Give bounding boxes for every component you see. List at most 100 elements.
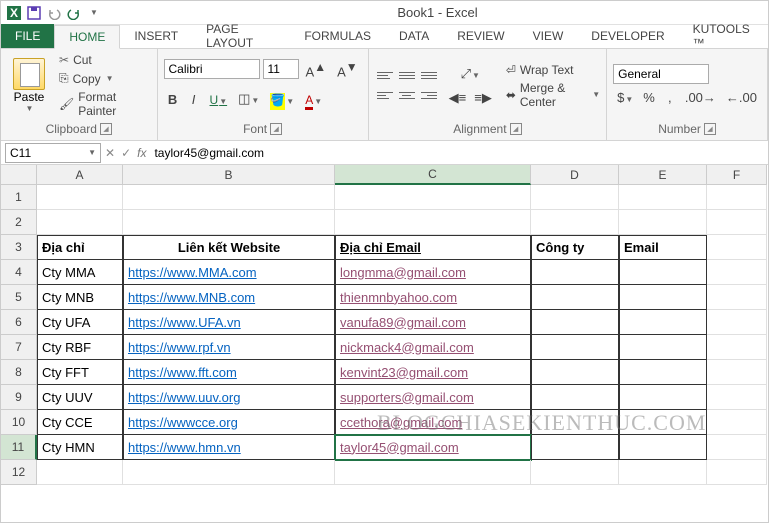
cell[interactable] bbox=[707, 310, 767, 335]
cell[interactable] bbox=[707, 285, 767, 310]
cell[interactable] bbox=[531, 385, 619, 410]
increase-decimal-button[interactable]: .00→ bbox=[681, 88, 720, 107]
cell[interactable]: Cty HMN bbox=[37, 435, 123, 460]
cell[interactable] bbox=[619, 385, 707, 410]
fill-color-button[interactable]: 🪣▼ bbox=[266, 90, 298, 109]
row-header[interactable]: 6 bbox=[1, 310, 37, 335]
cell[interactable]: Cty CCE bbox=[37, 410, 123, 435]
underline-button[interactable]: U▼ bbox=[206, 90, 232, 109]
alignment-launcher-icon[interactable]: ◢ bbox=[510, 123, 522, 135]
cell[interactable] bbox=[707, 460, 767, 485]
cell[interactable] bbox=[619, 360, 707, 385]
format-painter-button[interactable]: 🖌Format Painter bbox=[55, 89, 151, 119]
cell[interactable] bbox=[531, 285, 619, 310]
row-header[interactable]: 9 bbox=[1, 385, 37, 410]
name-box[interactable]: C11▼ bbox=[5, 143, 101, 163]
tab-view[interactable]: VIEW bbox=[519, 24, 578, 48]
cell[interactable] bbox=[619, 435, 707, 460]
increase-indent-button[interactable]: ≡▶ bbox=[470, 88, 496, 108]
cell[interactable]: Cty MMA bbox=[37, 260, 123, 285]
redo-icon[interactable] bbox=[65, 4, 83, 22]
col-header[interactable]: F bbox=[707, 165, 767, 185]
italic-button[interactable]: I bbox=[185, 90, 203, 109]
cell[interactable] bbox=[123, 460, 335, 485]
cancel-formula-button[interactable]: ✕ bbox=[105, 146, 115, 160]
cell[interactable]: Liên kết Website bbox=[123, 235, 335, 260]
formula-input[interactable] bbox=[150, 143, 764, 163]
cell-selected[interactable]: taylor45@gmail.com bbox=[335, 435, 531, 460]
tab-home[interactable]: HOME bbox=[54, 25, 120, 49]
cell[interactable] bbox=[619, 310, 707, 335]
col-header[interactable]: B bbox=[123, 165, 335, 185]
copy-button[interactable]: ⎘Copy▼ bbox=[55, 70, 151, 87]
align-bottom-button[interactable] bbox=[419, 68, 439, 84]
tab-formulas[interactable]: FORMULAS bbox=[290, 24, 385, 48]
merge-center-button[interactable]: ⬌Merge & Center▼ bbox=[506, 81, 600, 109]
cell[interactable] bbox=[707, 235, 767, 260]
cell[interactable]: https://www.MMA.com bbox=[123, 260, 335, 285]
cell[interactable] bbox=[619, 210, 707, 235]
font-size-select[interactable] bbox=[263, 59, 299, 79]
cell[interactable]: Địa chỉ bbox=[37, 235, 123, 260]
cell[interactable]: https://www.rpf.vn bbox=[123, 335, 335, 360]
tab-kutools[interactable]: KUTOOLS ™ bbox=[679, 24, 768, 48]
col-header[interactable]: E bbox=[619, 165, 707, 185]
align-right-button[interactable] bbox=[419, 88, 439, 104]
cell[interactable] bbox=[707, 385, 767, 410]
cell[interactable] bbox=[707, 210, 767, 235]
row-header[interactable]: 4 bbox=[1, 260, 37, 285]
cell[interactable] bbox=[335, 210, 531, 235]
cell[interactable] bbox=[531, 360, 619, 385]
cell[interactable] bbox=[123, 185, 335, 210]
align-center-button[interactable] bbox=[397, 88, 417, 104]
align-middle-button[interactable] bbox=[397, 68, 417, 84]
decrease-font-button[interactable]: A▼ bbox=[333, 58, 362, 81]
row-header[interactable]: 5 bbox=[1, 285, 37, 310]
font-color-button[interactable]: A▼ bbox=[301, 90, 326, 109]
cell[interactable] bbox=[335, 460, 531, 485]
cell[interactable] bbox=[531, 185, 619, 210]
cell[interactable]: Cty UUV bbox=[37, 385, 123, 410]
wrap-text-button[interactable]: ⏎Wrap Text bbox=[506, 63, 600, 77]
cell[interactable]: Cty UFA bbox=[37, 310, 123, 335]
cell[interactable]: Cty RBF bbox=[37, 335, 123, 360]
save-icon[interactable] bbox=[25, 4, 43, 22]
cell[interactable]: Email bbox=[619, 235, 707, 260]
align-left-button[interactable] bbox=[375, 88, 395, 104]
select-all-corner[interactable] bbox=[1, 165, 37, 185]
paste-button[interactable]: Paste ▼ bbox=[7, 56, 51, 115]
cell[interactable]: Cty MNB bbox=[37, 285, 123, 310]
cell[interactable] bbox=[531, 410, 619, 435]
cell[interactable] bbox=[619, 285, 707, 310]
cell[interactable] bbox=[707, 410, 767, 435]
cell[interactable] bbox=[37, 460, 123, 485]
cell[interactable] bbox=[707, 185, 767, 210]
cell[interactable] bbox=[707, 260, 767, 285]
tab-page-layout[interactable]: PAGE LAYOUT bbox=[192, 24, 290, 48]
enter-formula-button[interactable]: ✓ bbox=[121, 146, 131, 160]
cell[interactable]: https://www.fft.com bbox=[123, 360, 335, 385]
tab-review[interactable]: REVIEW bbox=[443, 24, 518, 48]
cell[interactable]: Công ty bbox=[531, 235, 619, 260]
col-header[interactable]: D bbox=[531, 165, 619, 185]
cell[interactable]: https://www.hmn.vn bbox=[123, 435, 335, 460]
cell[interactable] bbox=[619, 335, 707, 360]
cell[interactable]: supporters@gmail.com bbox=[335, 385, 531, 410]
cell[interactable] bbox=[707, 435, 767, 460]
decrease-indent-button[interactable]: ◀≡ bbox=[445, 88, 471, 108]
font-name-select[interactable] bbox=[164, 59, 260, 79]
cell[interactable]: thienmnbyahoo.com bbox=[335, 285, 531, 310]
number-format-select[interactable] bbox=[613, 64, 709, 84]
cell[interactable] bbox=[531, 435, 619, 460]
cell[interactable]: https://www.uuv.org bbox=[123, 385, 335, 410]
col-header[interactable]: C bbox=[335, 165, 531, 185]
row-header[interactable]: 12 bbox=[1, 460, 37, 485]
currency-button[interactable]: $▼ bbox=[613, 88, 637, 107]
cell[interactable] bbox=[531, 460, 619, 485]
cell[interactable]: vanufa89@gmail.com bbox=[335, 310, 531, 335]
decrease-decimal-button[interactable]: ←.00 bbox=[722, 88, 761, 107]
font-launcher-icon[interactable]: ◢ bbox=[270, 123, 282, 135]
cell[interactable] bbox=[123, 210, 335, 235]
excel-icon[interactable]: X bbox=[5, 4, 23, 22]
col-header[interactable]: A bbox=[37, 165, 123, 185]
